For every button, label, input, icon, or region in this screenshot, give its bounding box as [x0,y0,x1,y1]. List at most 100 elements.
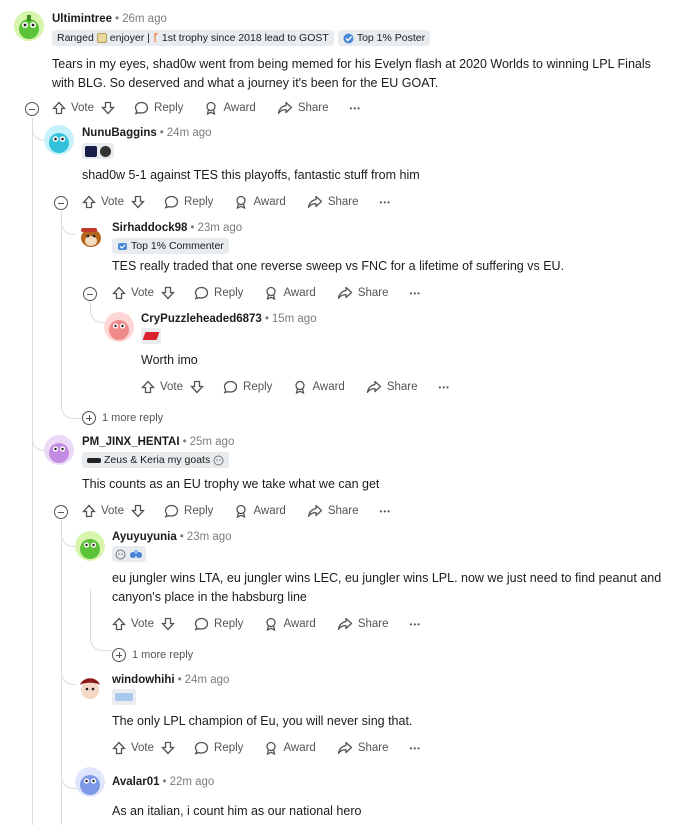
avatar[interactable] [75,221,105,251]
share-button[interactable]: Share [307,195,359,209]
reply-label: Reply [184,196,214,208]
avatar[interactable] [44,125,74,155]
username[interactable]: Ultimintree [52,13,112,25]
more-options-button[interactable]: ••• [380,507,391,516]
avatar[interactable] [75,673,105,703]
speech-bubble-icon [164,195,179,209]
sunglasses-icon [87,457,101,463]
more-options-button[interactable]: ••• [410,289,421,298]
award-button[interactable]: Award [293,380,345,394]
reply-button[interactable]: Reply [164,504,213,518]
comment-text-line: The only LPL champion of Eu, you will ne… [112,714,413,728]
timestamp[interactable]: 26m ago [122,13,167,25]
share-button[interactable]: Share [337,286,389,300]
timestamp[interactable]: 23m ago [187,531,232,543]
award-button[interactable]: Award [234,195,286,209]
upvote-button[interactable]: Vote [141,380,183,394]
reply-button[interactable]: Reply [194,286,243,300]
share-label: Share [357,618,389,630]
share-button[interactable]: Share [337,617,389,631]
comment-body: This counts as an EU trophy we take what… [82,475,682,494]
thread-line-root[interactable] [32,118,33,825]
downvote-button[interactable] [161,617,176,631]
timestamp[interactable]: 24m ago [167,127,212,139]
downvote-arrow-icon [161,617,176,631]
award-button[interactable]: Award [264,286,316,300]
username[interactable]: PM_JINX_HENTAI [82,436,180,448]
avatar[interactable] [44,435,74,465]
more-options-button[interactable]: ••• [439,383,450,392]
upvote-button[interactable]: Vote [52,101,94,115]
more-options-button[interactable]: ••• [380,198,391,207]
speech-bubble-icon [194,741,209,755]
collapse-thread-button[interactable] [54,505,68,519]
comment-body: eu jungler wins LTA, eu jungler wins LEC… [112,569,692,606]
timestamp[interactable]: 24m ago [185,674,230,686]
upvote-button[interactable]: Vote [112,617,154,631]
upvote-button[interactable]: Vote [82,504,124,518]
username[interactable]: Avalar01 [112,776,160,788]
upvote-button[interactable]: Vote [112,286,154,300]
username[interactable]: windowhihi [112,674,175,686]
avatar[interactable] [104,312,134,342]
comment-body: As an italian, i count him as our nation… [112,802,692,821]
avatar[interactable] [75,531,105,561]
upvote-button[interactable]: Vote [112,741,154,755]
downvote-button[interactable] [161,286,176,300]
share-button[interactable]: Share [307,504,359,518]
reply-button[interactable]: Reply [164,195,213,209]
timestamp[interactable]: 15m ago [272,313,317,325]
username[interactable]: Sirhaddock98 [112,222,187,234]
more-options-button[interactable]: ••• [410,620,421,629]
award-button[interactable]: Award [264,617,316,631]
share-button[interactable]: Share [277,101,329,115]
sticker-icon [213,455,224,465]
collapse-thread-button[interactable] [83,287,97,301]
comment-text-line: shad0w 5-1 against TES this playoffs, fa… [82,168,420,182]
reply-button[interactable]: Reply [223,380,272,394]
user-flair-row: Top 1% Commenter [112,238,229,254]
collapse-thread-button[interactable] [54,196,68,210]
award-button[interactable]: Award [204,101,256,115]
timestamp[interactable]: 22m ago [170,776,215,788]
collapse-thread-button[interactable] [25,102,39,116]
separator-dot: • [190,222,195,234]
downvote-button[interactable] [131,195,146,209]
timestamp[interactable]: 23m ago [197,222,242,234]
username[interactable]: Ayuyuyunia [112,531,177,543]
upvote-button[interactable]: Vote [82,195,124,209]
reply-button[interactable]: Reply [194,741,243,755]
username[interactable]: CryPuzzleheaded6873 [141,313,262,325]
reply-button[interactable]: Reply [134,101,183,115]
more-replies-link[interactable]: 1 more reply [112,648,193,662]
share-button[interactable]: Share [366,380,418,394]
thread-line-ayu[interactable] [90,590,91,638]
thread-line-nunu[interactable] [61,211,62,405]
timestamp[interactable]: 25m ago [190,436,235,448]
more-options-button[interactable]: ••• [350,104,361,113]
flair-text: enjoyer | [109,32,150,44]
more-replies-link[interactable]: 1 more reply [82,411,163,425]
user-flair [82,143,114,159]
share-button[interactable]: Share [337,741,389,755]
share-arrow-icon [337,741,352,754]
expand-icon [82,411,96,425]
award-button[interactable]: Award [264,741,316,755]
upvote-arrow-icon [82,504,96,518]
comment-meta: Avalar01 • 22m ago [112,776,214,788]
downvote-arrow-icon [161,741,176,755]
reply-label: Reply [214,287,244,299]
award-icon [236,504,247,518]
username[interactable]: NunuBaggins [82,127,157,139]
more-options-button[interactable]: ••• [410,744,421,753]
reply-button[interactable]: Reply [194,617,243,631]
avatar[interactable] [14,11,44,41]
avatar[interactable] [75,767,105,797]
downvote-button[interactable] [161,741,176,755]
award-button[interactable]: Award [234,504,286,518]
downvote-button[interactable] [131,504,146,518]
speech-bubble-icon [164,504,179,518]
downvote-button[interactable] [101,101,116,115]
downvote-button[interactable] [190,380,205,394]
user-flair: Ranged enjoyer | ᚴ 1st trophy since 2018… [52,30,334,46]
